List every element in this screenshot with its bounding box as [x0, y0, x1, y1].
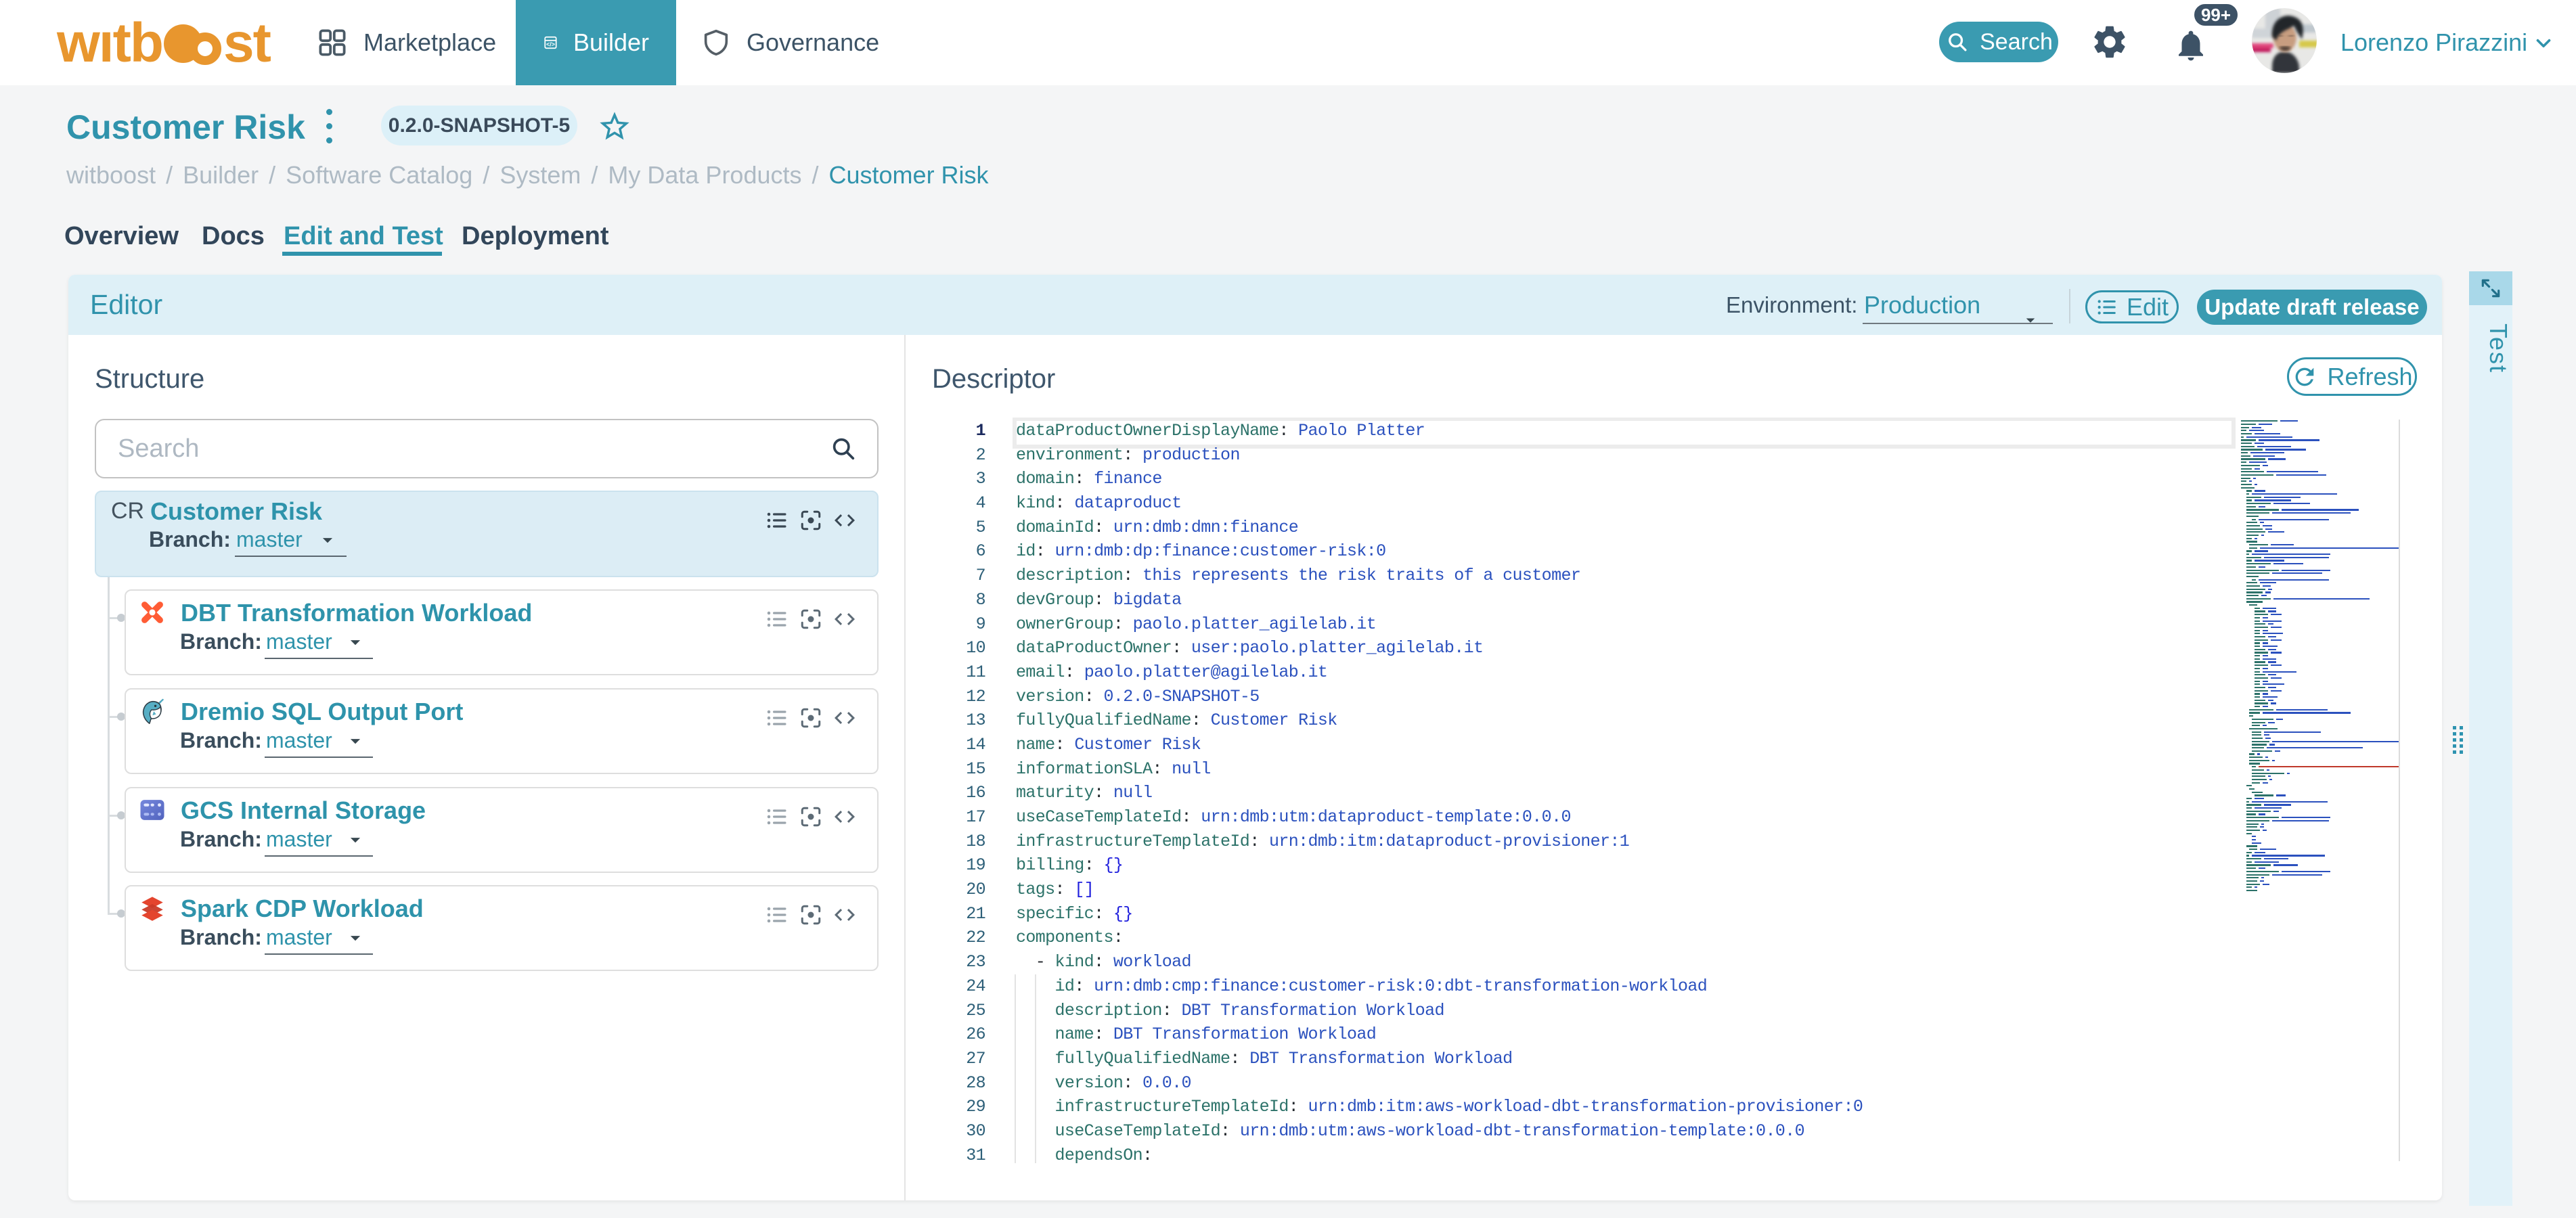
svg-text:</>: </>: [546, 41, 555, 48]
